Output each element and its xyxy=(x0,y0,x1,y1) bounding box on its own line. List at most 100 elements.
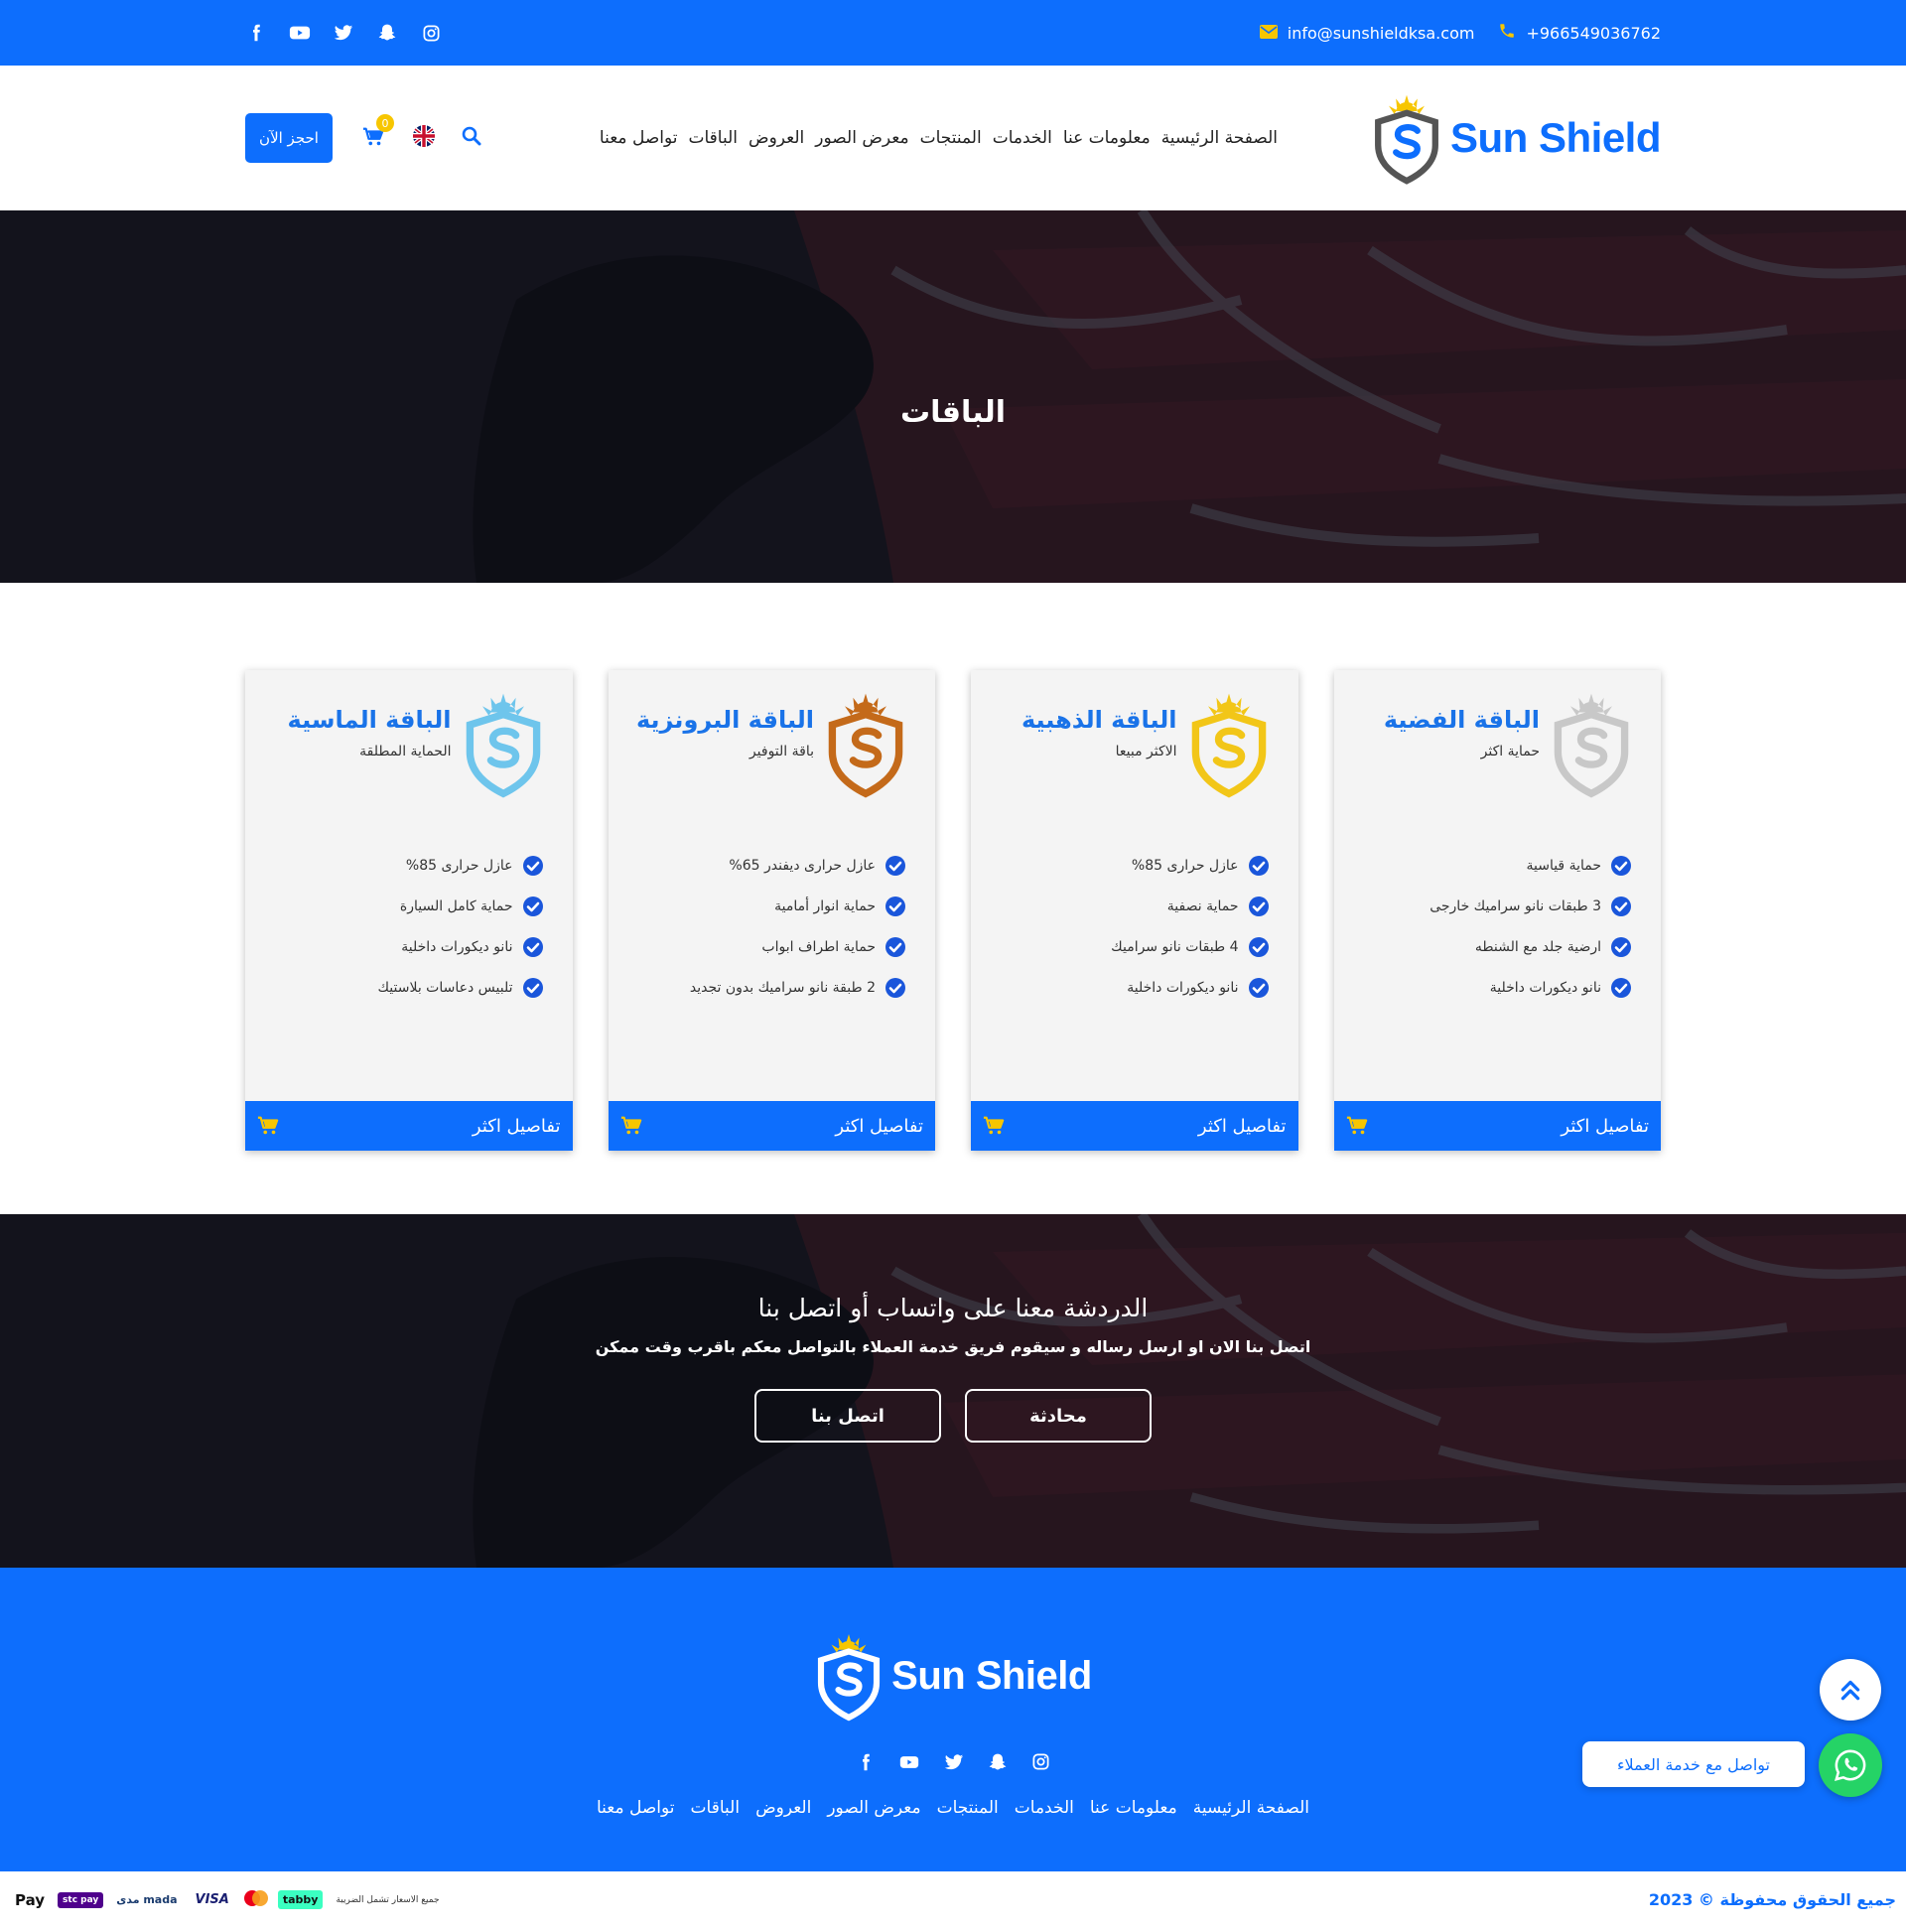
facebook-icon[interactable] xyxy=(857,1752,875,1776)
nav-item-about[interactable]: معلومات عنا xyxy=(1063,128,1151,148)
envelope-icon xyxy=(1259,24,1278,43)
nav-item-home[interactable]: الصفحة الرئيسية xyxy=(1161,128,1278,148)
check-icon xyxy=(885,936,905,957)
twitter-icon[interactable] xyxy=(944,1752,964,1776)
tabby-logo: tabby xyxy=(277,1890,324,1909)
feature-item: نانو ديكورات داخلية xyxy=(265,926,543,967)
footer-nav-gallery[interactable]: معرض الصور xyxy=(827,1798,920,1818)
contact-cta-section: الدردشة معنا على واتساب أو اتصل بنا اتصل… xyxy=(0,1214,1906,1568)
feature-list: عازل حرارى 85% حماية كامل السيارة نانو د… xyxy=(245,829,573,1008)
nav-item-products[interactable]: المنتجات xyxy=(920,128,982,148)
feature-item: عازل حرارى 85% xyxy=(991,845,1269,886)
more-details-button[interactable]: تفاصيل اكثر xyxy=(608,1101,935,1151)
footer-logo[interactable]: Sun Shield xyxy=(0,1629,1906,1723)
feature-item: عازل حرارى 85% xyxy=(265,845,543,886)
package-cards: الباقة الفضية حماية اكثر حماية قياسية 3 … xyxy=(245,670,1661,1151)
package-subtitle: باقة التوفير xyxy=(749,744,814,759)
scroll-to-top-button[interactable] xyxy=(1820,1659,1881,1721)
silver-shield-icon xyxy=(1550,686,1633,801)
diamond-shield-icon xyxy=(462,686,545,801)
cart-icon xyxy=(620,1115,642,1137)
check-icon xyxy=(522,936,543,957)
cart-icon xyxy=(257,1115,279,1137)
snapchat-icon[interactable] xyxy=(376,22,398,44)
more-details-label: تفاصيل اكثر xyxy=(835,1115,923,1137)
youtube-icon[interactable] xyxy=(289,22,311,44)
check-icon xyxy=(1248,896,1269,916)
book-now-button[interactable]: احجز الآن xyxy=(245,113,333,163)
header-icons: 0 xyxy=(362,114,481,152)
check-icon xyxy=(885,855,905,876)
snapchat-icon[interactable] xyxy=(988,1752,1008,1776)
feature-item: 4 طبقات نانو سراميك xyxy=(991,926,1269,967)
call-us-button[interactable]: اتصل بنا xyxy=(754,1389,941,1443)
nav-item-gallery[interactable]: معرض الصور xyxy=(815,128,908,148)
whatsapp-icon xyxy=(1834,1749,1866,1781)
feature-item: ارضية جلد مع الشنطه xyxy=(1354,926,1631,967)
youtube-icon[interactable] xyxy=(898,1752,920,1776)
cart-icon xyxy=(983,1115,1005,1137)
nav-item-contact[interactable]: تواصل معنا xyxy=(600,128,678,148)
instagram-icon[interactable] xyxy=(1031,1752,1050,1776)
footer-nav-offers[interactable]: العروض xyxy=(755,1798,811,1818)
site-footer: Sun Shield الصفحة الرئيسية معلومات عنا ا… xyxy=(0,1568,1906,1871)
nav-item-offers[interactable]: العروض xyxy=(749,128,804,148)
feature-list: عازل حرارى 85% حماية نصفية 4 طبقات نانو … xyxy=(971,829,1298,1008)
feature-item: حماية قياسية xyxy=(1354,845,1631,886)
more-details-button[interactable]: تفاصيل اكثر xyxy=(245,1101,573,1151)
feature-item: حماية انوار أمامية xyxy=(628,886,905,926)
package-card-gold: الباقة الذهبية الاكثر مبيعا عازل حرارى 8… xyxy=(971,670,1298,1151)
footer-nav: الصفحة الرئيسية معلومات عنا الخدمات المن… xyxy=(0,1798,1906,1818)
check-icon xyxy=(1611,855,1631,876)
feature-item: نانو ديكورات داخلية xyxy=(1354,967,1631,1008)
footer-nav-packages[interactable]: الباقات xyxy=(691,1798,741,1818)
twitter-icon[interactable] xyxy=(333,22,354,44)
email-text: info@sunshieldksa.com xyxy=(1287,23,1475,43)
facebook-icon[interactable] xyxy=(245,22,267,44)
double-chevron-up-icon xyxy=(1840,1680,1860,1701)
whatsapp-button[interactable] xyxy=(1819,1733,1882,1797)
nav-item-packages[interactable]: الباقات xyxy=(689,128,739,148)
check-icon xyxy=(522,977,543,998)
footer-nav-about[interactable]: معلومات عنا xyxy=(1090,1798,1177,1818)
phone-link[interactable]: +966549036762 xyxy=(1498,22,1661,44)
mada-logo: مدى mada xyxy=(116,1893,178,1906)
main-header: احجز الآن 0 الصفحة الرئيسية معلومات عنا … xyxy=(0,66,1906,210)
phone-text: +966549036762 xyxy=(1526,23,1661,43)
site-logo[interactable]: Sun Shield xyxy=(1371,90,1662,186)
sun-shield-logo-icon xyxy=(818,1634,881,1722)
mastercard-logo xyxy=(242,1889,270,1911)
footer-nav-products[interactable]: المنتجات xyxy=(937,1798,999,1818)
page-title: الباقات xyxy=(899,395,1007,430)
apple-pay-logo: Pay xyxy=(15,1890,46,1909)
package-card-silver: الباقة الفضية حماية اكثر حماية قياسية 3 … xyxy=(1333,670,1661,1151)
nav-item-services[interactable]: الخدمات xyxy=(993,128,1052,148)
package-subtitle: الاكثر مبيعا xyxy=(1115,744,1177,759)
package-card-bronze: الباقة البرونزية باقة التوفير عازل حرارى… xyxy=(608,670,935,1151)
feature-item: 3 طبقات نانو سراميك خارجى xyxy=(1354,886,1631,926)
email-link[interactable]: info@sunshieldksa.com xyxy=(1259,23,1475,43)
footer-nav-contact[interactable]: تواصل معنا xyxy=(597,1798,675,1818)
more-details-button[interactable]: تفاصيل اكثر xyxy=(971,1101,1298,1151)
copyright-text: جميع الحقوق محفوظة © 2023 xyxy=(1648,1890,1896,1909)
whatsapp-label[interactable]: تواصل مع خدمة العملاء xyxy=(1582,1741,1805,1787)
page-hero: الباقات xyxy=(0,210,1906,583)
uk-flag-icon[interactable] xyxy=(412,124,436,152)
check-icon xyxy=(1248,936,1269,957)
instagram-icon[interactable] xyxy=(420,22,442,44)
package-title: الباقة الماسية xyxy=(287,706,452,734)
search-icon[interactable] xyxy=(462,126,481,150)
bronze-shield-icon xyxy=(824,686,907,801)
feature-item: 2 طبقة نانو سراميك بدون تجديد xyxy=(628,967,905,1008)
packages-section: الباقة الفضية حماية اكثر حماية قياسية 3 … xyxy=(0,583,1906,1214)
chat-button[interactable]: محادثة xyxy=(965,1389,1152,1443)
footer-nav-services[interactable]: الخدمات xyxy=(1015,1798,1074,1818)
check-icon xyxy=(1248,977,1269,998)
package-title: الباقة الذهبية xyxy=(1021,706,1177,734)
more-details-button[interactable]: تفاصيل اكثر xyxy=(1333,1101,1661,1151)
payment-methods: Pay stc pay مدى mada VISA tabby جميع الا… xyxy=(10,1888,445,1912)
logo-text: Sun Shield xyxy=(1449,114,1662,161)
feature-item: حماية نصفية xyxy=(991,886,1269,926)
cart-button[interactable]: 0 xyxy=(362,114,394,150)
footer-nav-home[interactable]: الصفحة الرئيسية xyxy=(1193,1798,1309,1818)
